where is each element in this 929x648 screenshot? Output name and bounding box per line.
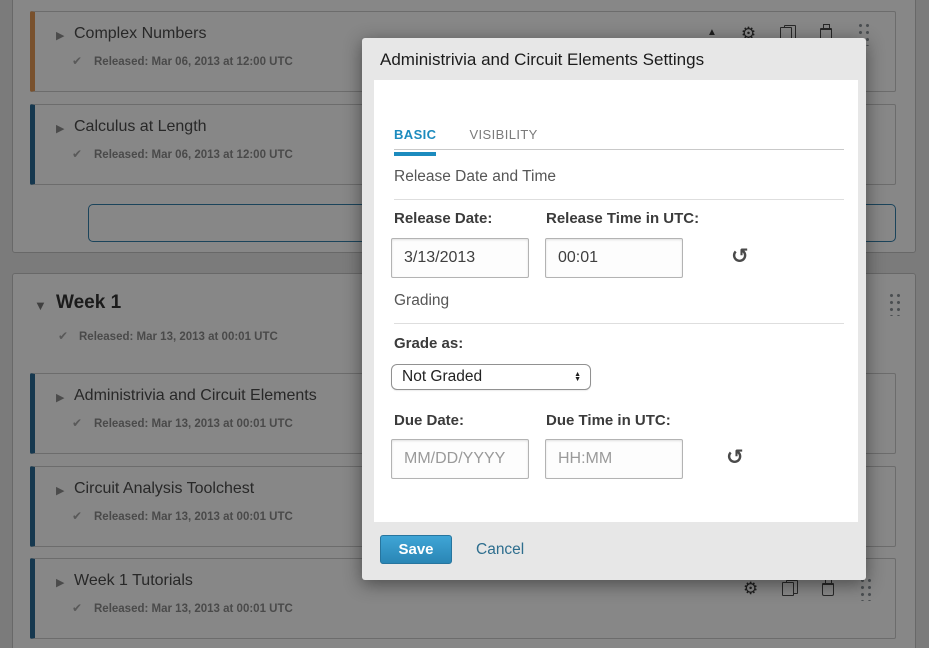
due-time-label: Due Time in UTC: <box>546 412 671 429</box>
select-arrows-icon: ▲▼ <box>574 372 590 383</box>
tab-visibility[interactable]: VISIBILITY <box>469 127 537 156</box>
due-time-input[interactable] <box>545 439 683 479</box>
course-outline-page: ▶ Complex Numbers ✔ Released: Mar 06, 20… <box>0 0 929 648</box>
save-button[interactable]: Save <box>380 535 452 564</box>
release-date-input[interactable] <box>391 238 529 278</box>
cancel-button[interactable]: Cancel <box>476 541 524 559</box>
modal-title: Administrivia and Circuit Elements Setti… <box>380 38 704 80</box>
tab-basic[interactable]: BASIC <box>394 127 436 156</box>
settings-modal: Administrivia and Circuit Elements Setti… <box>362 38 866 580</box>
release-section-heading: Release Date and Time <box>394 168 556 186</box>
reset-release-icon[interactable]: ↺ <box>731 246 749 267</box>
due-date-input[interactable] <box>391 439 529 479</box>
grading-section-heading: Grading <box>394 292 449 310</box>
grade-as-value: Not Graded <box>392 368 574 386</box>
divider <box>394 199 844 200</box>
due-date-label: Due Date: <box>394 412 464 429</box>
divider <box>394 323 844 324</box>
grade-as-select[interactable]: Not Graded ▲▼ <box>391 364 591 390</box>
reset-due-icon[interactable]: ↺ <box>726 447 744 468</box>
grade-as-label: Grade as: <box>394 335 463 352</box>
release-time-input[interactable] <box>545 238 683 278</box>
modal-body: BASIC VISIBILITY Release Date and Time R… <box>374 80 858 522</box>
release-date-label: Release Date: <box>394 210 492 227</box>
tab-divider <box>394 149 844 150</box>
release-time-label: Release Time in UTC: <box>546 210 699 227</box>
tab-bar: BASIC VISIBILITY <box>394 127 538 156</box>
